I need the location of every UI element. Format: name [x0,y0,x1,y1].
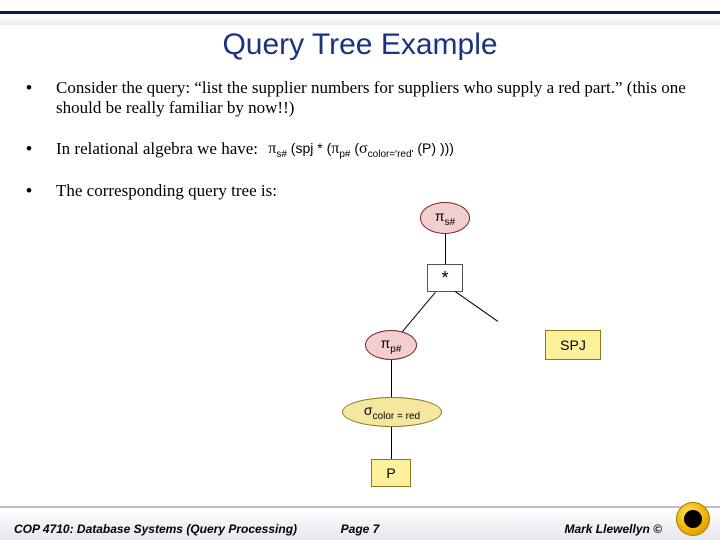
op-sigma: σ [364,402,373,418]
bullet-label: In relational algebra we have: [56,139,258,158]
logo-inner [684,510,702,528]
rel-p: P [386,465,395,481]
node-spj: SPJ [545,330,601,360]
footer: COP 4710: Database Systems (Query Proces… [0,506,720,540]
bullet-list: • Consider the query: “list the supplier… [26,78,696,221]
top-bar [0,0,720,14]
relational-algebra-formula: πs# (spj * (πp# (σcolor='red' (P) ))) [268,139,454,161]
footer-right: Mark Llewellyn © [564,522,662,536]
edge [455,291,498,322]
top-band [0,17,720,25]
bullet-mark: • [26,78,56,98]
edge [391,360,392,398]
rel-spj: SPJ [560,337,586,353]
node-pi-p: πp# [365,330,417,360]
footer-left: COP 4710: Database Systems (Query Proces… [14,522,297,536]
rel-spj: spj [295,140,313,156]
page-title: Query Tree Example [0,28,720,62]
node-p: P [371,459,411,487]
logo-icon [676,502,710,536]
pi-sub: p# [339,149,350,160]
op-sub: p# [390,344,401,355]
op-star: * [441,268,448,289]
list-item: • Consider the query: “list the supplier… [26,78,696,119]
bullet-text: The corresponding query tree is: [56,181,696,201]
query-tree: πs# * πp# SPJ σcolor = red P [320,202,630,502]
pi-sub: s# [276,149,287,160]
paren: ) [449,140,454,156]
list-item: • The corresponding query tree is: [26,181,696,201]
edge [391,427,392,459]
op-pi: π [435,208,445,224]
edge [445,234,446,264]
op-sub: s# [445,217,456,228]
op-pi: π [381,335,391,351]
sigma-op: σ [359,140,368,157]
bullet-mark: • [26,181,56,201]
op-sub: color = red [373,411,421,422]
node-join: * [427,264,463,292]
footer-page: Page 7 [341,522,380,536]
join-op: * [313,140,326,156]
sigma-sub: color='red' [368,149,414,160]
node-pi-s: πs# [420,202,470,234]
paren: ) [431,140,436,156]
bullet-text: In relational algebra we have: πs# (spj … [56,139,696,161]
node-sigma: σcolor = red [342,397,442,427]
edge [402,292,436,332]
bullet-text: Consider the query: “list the supplier n… [56,78,696,119]
rel-p: P [422,140,431,156]
list-item: • In relational algebra we have: πs# (sp… [26,139,696,161]
bullet-mark: • [26,139,56,159]
